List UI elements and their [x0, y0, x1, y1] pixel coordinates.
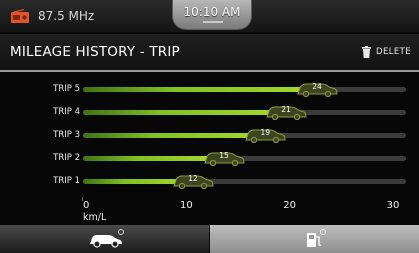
trip-value-marker: 12 — [171, 172, 215, 190]
clock: 10:10 AM — [183, 5, 241, 19]
trip-label: TRIP 5 — [53, 84, 80, 94]
trip-label: TRIP 2 — [53, 153, 80, 163]
trip-label: TRIP 4 — [53, 107, 80, 117]
radio-icon[interactable] — [10, 9, 30, 24]
trip-bar — [83, 133, 260, 138]
trip-bar — [83, 110, 280, 115]
x-axis-tick-label: 10 — [179, 200, 193, 211]
trip-value-marker: 21 — [264, 103, 308, 121]
trash-icon — [362, 46, 371, 58]
trip-value-label: 21 — [281, 105, 291, 114]
status-bar: 87.5 MHz 10:10 AM — [0, 0, 419, 32]
page-title: MILEAGE HISTORY - TRIP — [10, 44, 180, 60]
x-axis-tick-label: 30 — [386, 200, 400, 211]
delete-label: DELETE — [376, 47, 411, 57]
bottom-tab-bar — [0, 225, 419, 253]
trip-label: TRIP 1 — [53, 176, 80, 186]
title-bar: MILEAGE HISTORY - TRIP DELETE — [0, 34, 419, 72]
pull-down-handle — [203, 21, 223, 23]
x-axis-tick-label: 20 — [283, 200, 297, 211]
car-icon — [90, 229, 124, 248]
trip-label: TRIP 3 — [53, 130, 80, 140]
x-axis-label: km/L — [83, 212, 107, 223]
mileage-chart: TRIP 5 24 TRIP 4 21 TRIP 3 19 TRIP 2 15 TRIP 1 12… — [0, 72, 419, 224]
trip-bar — [83, 87, 311, 92]
delete-button[interactable]: DELETE — [362, 43, 411, 61]
mileage-history-screen: 87.5 MHz 10:10 AM MILEAGE HISTORY - TRIP… — [0, 0, 419, 253]
trip-value-label: 19 — [260, 128, 271, 137]
trip-value-label: 24 — [312, 82, 322, 91]
trip-bar — [83, 156, 218, 161]
x-axis-tick-label: 0 — [83, 200, 90, 211]
trip-value-marker: 19 — [243, 126, 287, 144]
radio-frequency: 87.5 MHz — [38, 9, 95, 23]
tab-trip-mileage[interactable] — [0, 225, 209, 253]
trip-value-marker: 15 — [202, 149, 246, 167]
fuel-pump-icon — [307, 229, 326, 247]
trip-value-label: 12 — [188, 174, 198, 183]
tab-fuel-mileage[interactable] — [210, 225, 419, 253]
trip-value-label: 15 — [219, 151, 229, 160]
clock-tab[interactable]: 10:10 AM — [172, 0, 252, 30]
trip-value-marker: 24 — [295, 80, 339, 98]
